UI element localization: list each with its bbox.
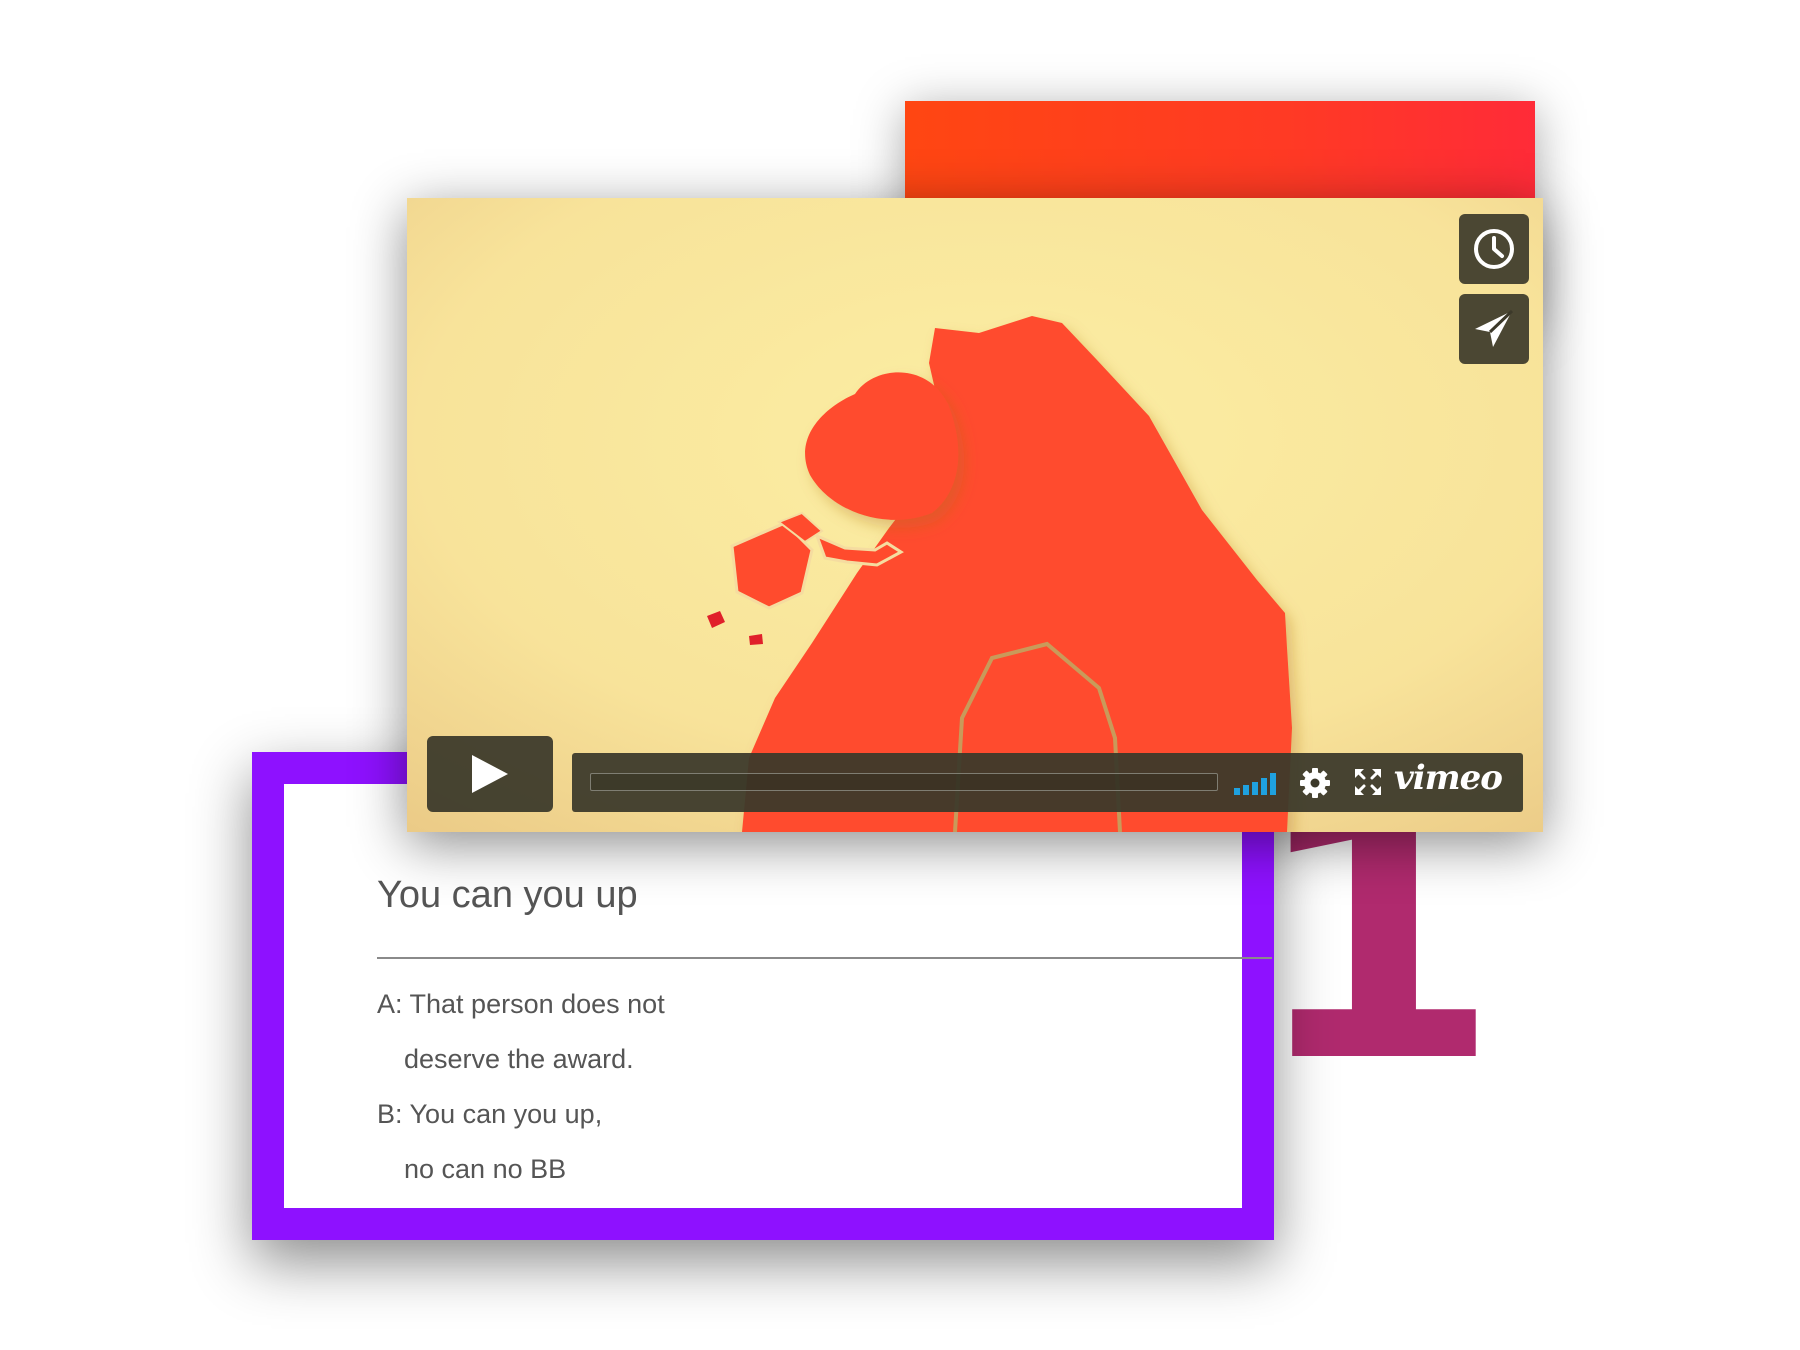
quiz-divider bbox=[377, 957, 1272, 959]
video-player[interactable]: vimeo bbox=[407, 198, 1543, 832]
paper-plane-icon bbox=[1475, 309, 1514, 347]
clock-icon bbox=[1474, 229, 1514, 269]
share-button[interactable] bbox=[1459, 294, 1529, 364]
play-icon bbox=[472, 755, 508, 793]
quiz-title: You can you up bbox=[377, 874, 638, 916]
video-frame[interactable] bbox=[407, 198, 1543, 832]
dialogue-line-b: B: You can you up, bbox=[377, 1099, 603, 1129]
dialogue-line-a: A: That person does not bbox=[377, 989, 665, 1019]
volume-bars-icon[interactable] bbox=[1234, 771, 1282, 795]
dialogue-line-b-continued: no can no BB bbox=[404, 1154, 567, 1184]
watch-later-button[interactable] bbox=[1459, 214, 1529, 284]
dialogue-line-a-continued: deserve the award. bbox=[404, 1044, 634, 1074]
vimeo-logo[interactable]: vimeo bbox=[1394, 758, 1503, 798]
gear-icon[interactable] bbox=[1299, 767, 1331, 799]
progress-bar[interactable] bbox=[590, 773, 1218, 791]
fullscreen-icon[interactable] bbox=[1355, 769, 1381, 795]
play-button[interactable] bbox=[427, 736, 553, 812]
control-bar: vimeo bbox=[572, 753, 1523, 812]
